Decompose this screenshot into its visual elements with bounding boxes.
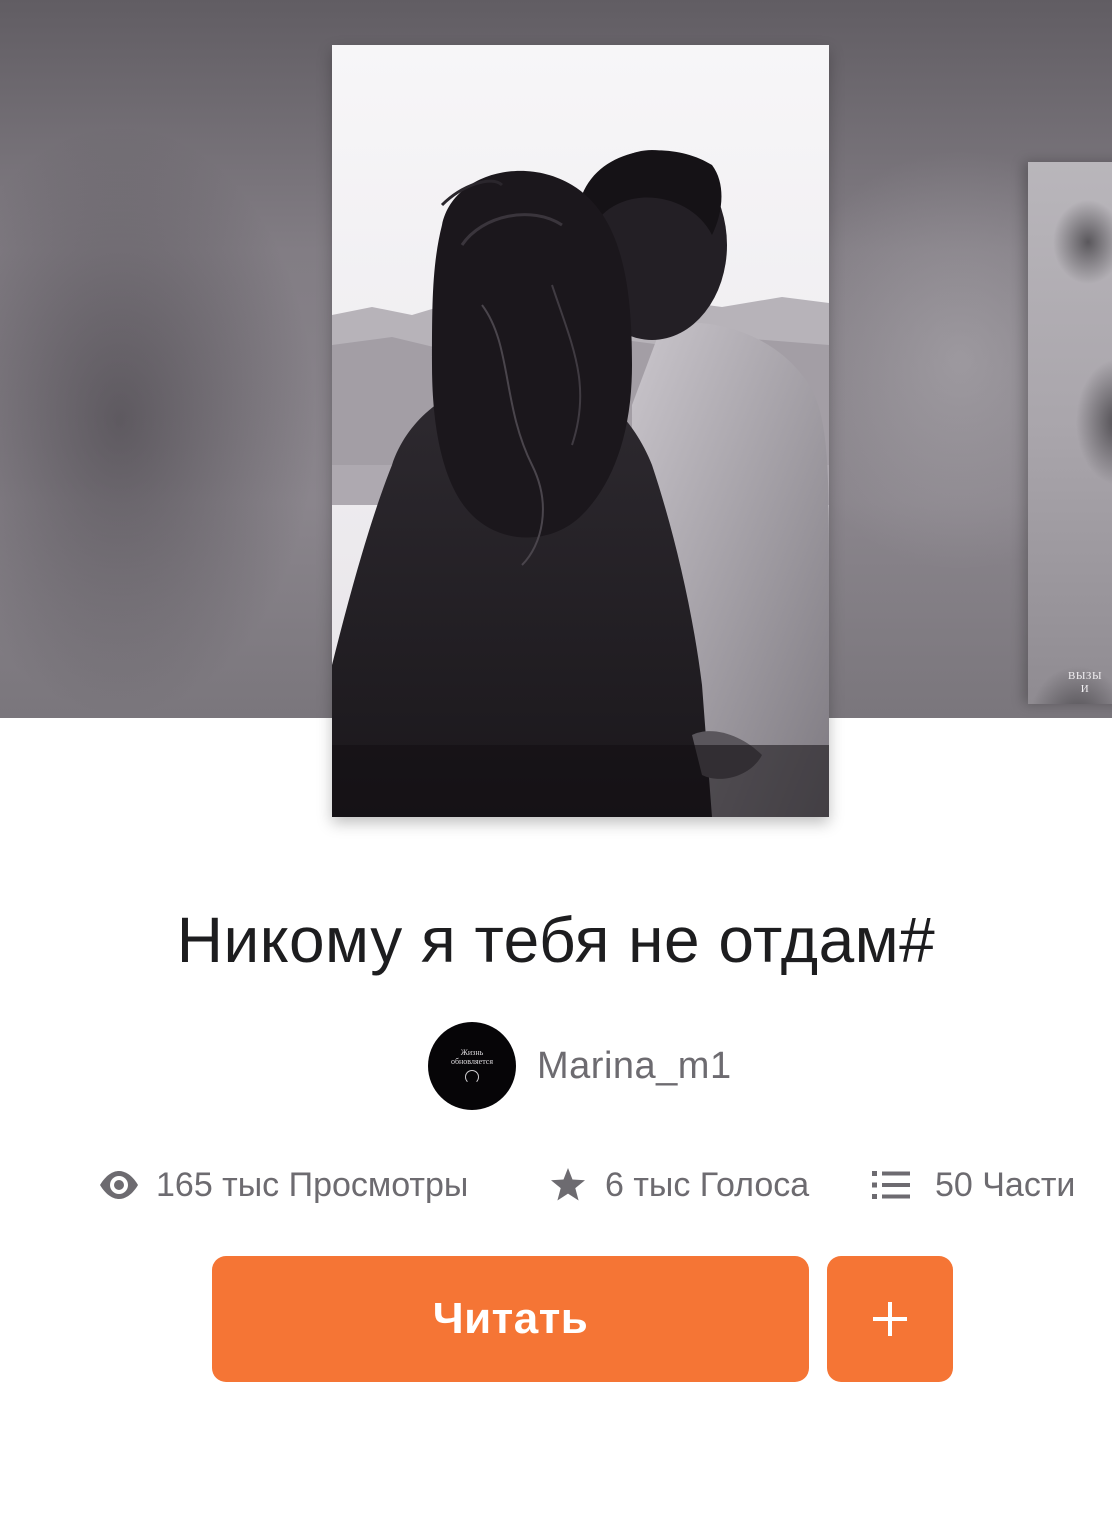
plus-icon	[873, 1302, 907, 1336]
star-icon	[551, 1168, 585, 1201]
votes-stat: 6 тыс Голоса	[550, 1160, 809, 1210]
avatar-arc-icon	[465, 1070, 479, 1084]
story-cover[interactable]	[332, 45, 829, 817]
views-stat: 165 тыс Просмотры	[98, 1160, 468, 1210]
avatar[interactable]: Жизнь обновляется	[428, 1022, 516, 1110]
votes-count: 6 тыс Голоса	[605, 1165, 810, 1204]
eye-icon	[100, 1171, 138, 1199]
list-icon	[872, 1171, 910, 1199]
parts-count: 50 Части	[935, 1165, 1076, 1204]
parts-stat: 50 Части	[872, 1160, 1075, 1210]
story-title: Никому я тебя не отдам#	[176, 904, 936, 976]
author-name[interactable]: Marina_m1	[537, 1045, 732, 1088]
story-stats: 165 тыс Просмотры 6 тыс Голоса 50 Части	[0, 1160, 1112, 1210]
story-cover-image	[332, 45, 829, 817]
next-story-cover[interactable]: ВЫЗЫ И	[1028, 162, 1112, 704]
views-count: 165 тыс Просмотры	[156, 1165, 469, 1204]
read-button[interactable]: Читать	[212, 1256, 809, 1382]
avatar-text: Жизнь обновляется	[450, 1048, 494, 1066]
add-to-library-button[interactable]	[827, 1256, 953, 1382]
next-story-cover-text: ВЫЗЫ И	[1068, 670, 1103, 695]
author-link[interactable]: Жизнь обновляется Marina_m1	[428, 1022, 732, 1110]
read-button-label: Читать	[432, 1294, 589, 1343]
